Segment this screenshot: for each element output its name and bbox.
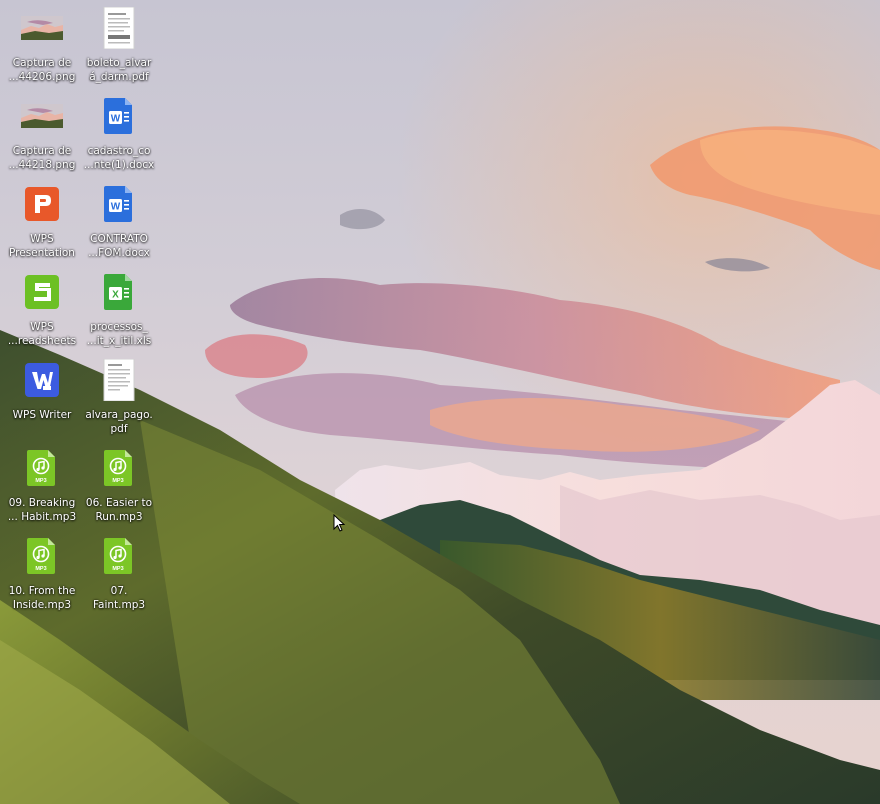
mp3-audio-icon: MP3 [97, 446, 141, 490]
wps-spreadsheets-icon [20, 270, 64, 314]
wps-writer-icon [20, 358, 64, 402]
desktop-icon-label: WPS Presentation [9, 233, 75, 259]
mp3-badge-text: MP3 [35, 478, 46, 484]
desktop-icon-label: 07. Faint.mp3 [92, 585, 146, 611]
mp3-badge-text: MP3 [112, 478, 123, 484]
mp3-badge-text: MP3 [35, 566, 46, 572]
desktop-icon-wps-spreadsheets[interactable]: WPS ...readsheets [0, 268, 84, 352]
word-document-icon: W [97, 182, 141, 226]
desktop-icon-faint-mp3[interactable]: MP3 07. Faint.mp3 [77, 532, 161, 616]
desktop-icon-processos-xls[interactable]: X processos_ ...it_x_itil.xls [77, 268, 161, 352]
excel-spreadsheet-icon: X [97, 270, 141, 314]
desktop-icon-boleto-alvara-darm[interactable]: boleto_alvar á_darm.pdf [77, 4, 161, 88]
mp3-badge-text: MP3 [112, 566, 123, 572]
desktop-icon-label: cadastro_co ...nte(1).docx [83, 145, 155, 171]
desktop-icon-label: 10. From the Inside.mp3 [8, 585, 76, 611]
mp3-audio-icon: MP3 [97, 534, 141, 578]
desktop-icon-alvara-pago-pdf[interactable]: alvara_pago. pdf [77, 356, 161, 440]
desktop-icon-label: alvara_pago. pdf [85, 409, 153, 435]
desktop-icon-label: WPS Writer [12, 409, 72, 421]
desktop-icon-wps-presentation[interactable]: WPS Presentation [0, 180, 84, 264]
desktop-icon-cadastro-docx[interactable]: W cadastro_co ...nte(1).docx [77, 92, 161, 176]
image-thumbnail-icon [20, 6, 64, 50]
desktop-icon-label: processos_ ...it_x_itil.xls [86, 321, 152, 347]
desktop-icon-captura-44206[interactable]: Captura de ...44206.png [0, 4, 84, 88]
desktop-icon-contrato-docx[interactable]: W CONTRATO ...FOM.docx [77, 180, 161, 264]
desktop-icon-label: Captura de ...44218.png [8, 145, 76, 171]
desktop-icon-label: CONTRATO ...FOM.docx [88, 233, 150, 259]
desktop-icon-wps-writer[interactable]: WPS Writer [0, 356, 84, 440]
desktop-icon-breaking-habit-mp3[interactable]: MP3 09. Breaking ... Habit.mp3 [0, 444, 84, 528]
pdf-document-icon [97, 358, 141, 402]
desktop-icon-from-the-inside-mp3[interactable]: MP3 10. From the Inside.mp3 [0, 532, 84, 616]
svg-text:W: W [111, 202, 121, 213]
desktop-icon-grid: Captura de ...44206.png boleto_alvar á_d… [0, 0, 880, 804]
desktop-icon-label: boleto_alvar á_darm.pdf [86, 57, 152, 83]
desktop-icon-label: 09. Breaking ... Habit.mp3 [7, 497, 77, 523]
pdf-document-icon [97, 6, 141, 50]
wps-presentation-icon [20, 182, 64, 226]
image-thumbnail-icon [20, 94, 64, 138]
mouse-cursor-icon [333, 514, 346, 532]
svg-text:X: X [112, 290, 119, 301]
desktop-icon-label: 06. Easier to Run.mp3 [85, 497, 153, 523]
desktop-icon-captura-44218[interactable]: Captura de ...44218.png [0, 92, 84, 176]
mp3-audio-icon: MP3 [20, 534, 64, 578]
desktop-icon-easier-to-run-mp3[interactable]: MP3 06. Easier to Run.mp3 [77, 444, 161, 528]
desktop-icon-label: Captura de ...44206.png [8, 57, 76, 83]
svg-text:W: W [111, 114, 121, 125]
mp3-audio-icon: MP3 [20, 446, 64, 490]
desktop-icon-label: WPS ...readsheets [7, 321, 77, 347]
word-document-icon: W [97, 94, 141, 138]
